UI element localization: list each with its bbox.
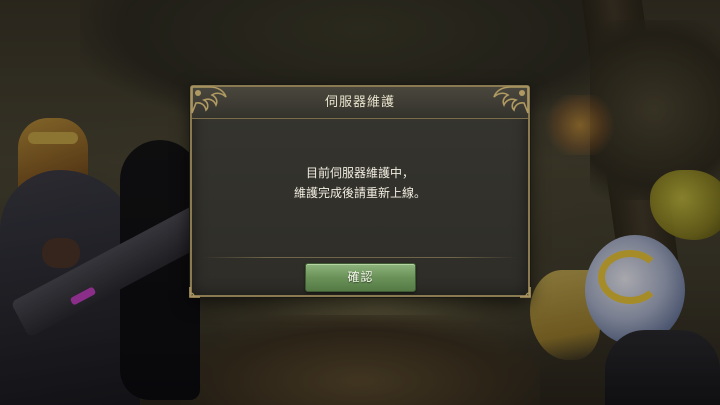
ornament-corner-icon — [191, 86, 227, 114]
message-line: 目前伺服器維護中， — [305, 166, 414, 180]
confirm-button[interactable]: 確認 — [305, 263, 416, 292]
dialog-divider — [204, 257, 516, 258]
dialog-title: 伺服器維護 — [324, 95, 395, 110]
message-line: 維護完成後請重新上線。 — [293, 186, 426, 200]
corner-flourish-icon — [520, 287, 531, 298]
corner-flourish-icon — [189, 287, 200, 298]
game-screen: 伺服器維護 目前伺服器維護中， 維護完成後請重新上線。 確認 — [0, 0, 720, 405]
ornament-corner-icon — [493, 86, 529, 114]
maintenance-dialog: 伺服器維護 目前伺服器維護中， 維護完成後請重新上線。 確認 — [189, 85, 531, 298]
dialog-message: 目前伺服器維護中， 維護完成後請重新上線。 — [192, 163, 528, 203]
